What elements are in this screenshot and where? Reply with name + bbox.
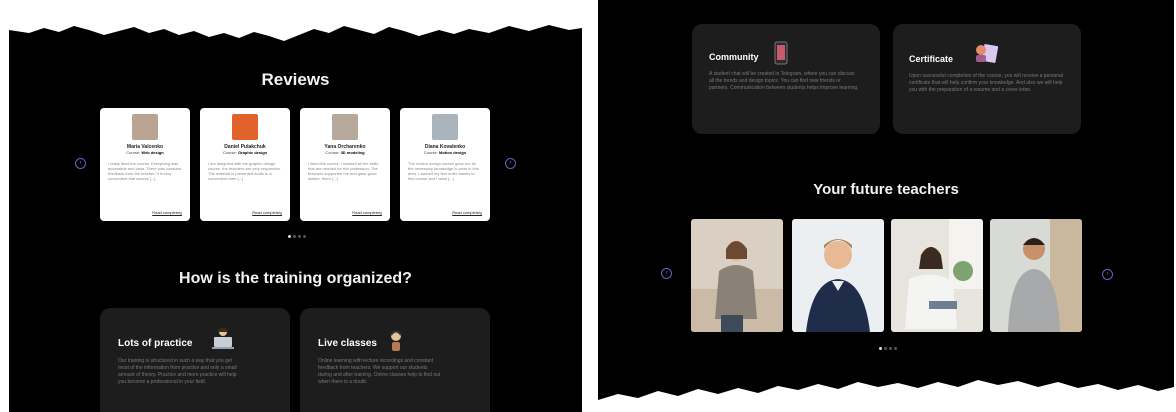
chevron-left-icon: ‹ (665, 270, 668, 276)
feature-title: Certificate (909, 54, 954, 64)
review-text: I really liked the course. Everything wa… (108, 161, 182, 181)
review-text: I liked this course. I learned all the s… (308, 161, 379, 181)
carousel-dot[interactable] (879, 347, 882, 350)
review-course: Course: 3D modeling (325, 150, 365, 155)
review-text: The motion design course gave me all the… (408, 161, 479, 181)
reviews-title: Reviews (261, 70, 330, 89)
read-more-link[interactable]: Read completely (252, 210, 282, 215)
reviews-next-button[interactable]: › (505, 158, 516, 169)
review-card: Diana Kovalenko Course: Motion design Th… (400, 108, 490, 221)
feature-title: Lots of practice (118, 338, 193, 349)
teachers-next-button[interactable]: › (1102, 269, 1113, 280)
laptop-person-icon (212, 327, 234, 349)
feature-text: Upon successful completion of the course… (909, 73, 1063, 93)
feature-text: Online learning with lecture recordings … (318, 358, 441, 385)
read-more-link[interactable]: Read completely (152, 210, 182, 215)
avatar (232, 114, 258, 140)
avatar (332, 114, 358, 140)
carousel-dot[interactable] (288, 235, 291, 238)
feature-title: Community (709, 52, 759, 62)
read-more-link[interactable]: Read completely (452, 210, 482, 215)
teacher-photo-image (891, 219, 983, 332)
teacher-photo[interactable] (990, 219, 1082, 332)
teachers-page-screenshot: Community A student chat will be created… (598, 0, 1174, 412)
chevron-right-icon: › (509, 160, 512, 166)
carousel-dot[interactable] (894, 347, 897, 350)
carousel-dot[interactable] (293, 235, 296, 238)
avatar (432, 114, 458, 140)
reviews-page-screenshot: Reviews ‹ › Maria Valcenko Course: Web d… (9, 0, 582, 412)
teachers-title: Your future teachers (813, 181, 959, 198)
teacher-photo[interactable] (691, 219, 783, 332)
review-card: Maria Valcenko Course: Web design I real… (100, 108, 190, 221)
training-title: How is the training organized? (179, 270, 412, 287)
chevron-right-icon: › (1106, 271, 1109, 277)
carousel-dot[interactable] (889, 347, 892, 350)
feature-card-community: Community A student chat will be created… (692, 24, 880, 134)
avatar (132, 114, 158, 140)
review-course: Course: Web design (126, 150, 164, 155)
feature-card-certificate: Certificate Upon successful completion o… (893, 24, 1081, 134)
torn-paper-top (9, 0, 582, 41)
carousel-dot[interactable] (298, 235, 301, 238)
review-course: Course: Motion design (423, 150, 467, 155)
chevron-left-icon: ‹ (79, 160, 82, 166)
review-card: Daniel Pulakchuk Course: Graphic design … (200, 108, 290, 221)
feature-card-live-classes: Live classes Online learning with lectur… (300, 308, 490, 412)
torn-paper-bottom (598, 380, 1174, 412)
reviews-prev-button[interactable]: ‹ (75, 158, 86, 169)
read-more-link[interactable]: Read completely (352, 210, 382, 215)
teacher-photo-image (792, 219, 884, 332)
person-headset-icon (390, 330, 402, 351)
carousel-dot[interactable] (884, 347, 887, 350)
certificate-icon (976, 44, 999, 63)
feature-card-practice: Lots of practice Our training is structu… (100, 308, 290, 412)
teacher-photo[interactable] (792, 219, 884, 332)
carousel-dot[interactable] (303, 235, 306, 238)
teacher-photo-image (691, 219, 783, 332)
phone-icon (774, 41, 788, 65)
review-text: I am delighted with the graphic design c… (208, 161, 282, 181)
feature-text: Our training is structured in such a way… (118, 358, 237, 385)
carousel-dots (879, 347, 897, 350)
teachers-prev-button[interactable]: ‹ (661, 268, 672, 279)
carousel-dots (288, 235, 306, 238)
review-card: Yana Orcharenko Course: 3D modeling I li… (300, 108, 390, 221)
review-course: Course: Graphic design (222, 150, 268, 155)
feature-text: A student chat will be created in Telegr… (709, 71, 859, 91)
feature-title: Live classes (318, 338, 377, 349)
teacher-photo-image (990, 219, 1082, 332)
teacher-photo[interactable] (891, 219, 983, 332)
